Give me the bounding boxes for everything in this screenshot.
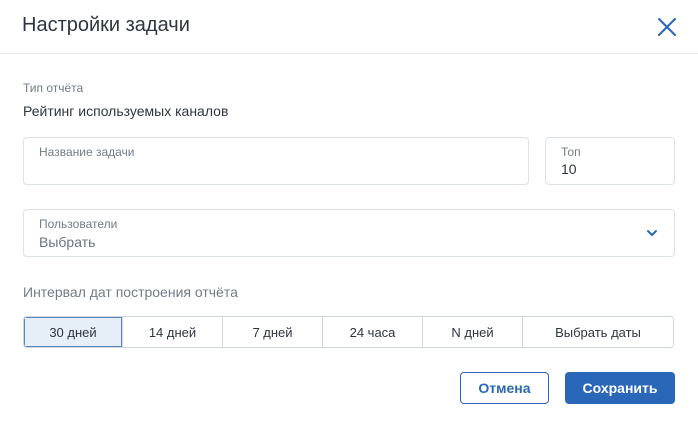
interval-option-24-hours[interactable]: 24 часа — [323, 317, 423, 347]
close-icon — [658, 18, 676, 36]
users-label: Пользователи — [39, 217, 118, 231]
interval-label: Интервал дат построения отчёта — [23, 284, 238, 300]
interval-option-30-days[interactable]: 30 дней — [24, 317, 123, 347]
task-name-input[interactable] — [39, 161, 509, 183]
users-select[interactable]: Пользователи Выбрать — [23, 209, 675, 257]
dialog-header: Настройки задачи — [0, 0, 698, 54]
interval-option-7-days[interactable]: 7 дней — [223, 317, 323, 347]
cancel-button[interactable]: Отмена — [460, 372, 549, 404]
interval-option-pick-dates[interactable]: Выбрать даты — [523, 317, 673, 347]
task-name-field[interactable]: Название задачи — [23, 137, 529, 185]
save-button[interactable]: Сохранить — [565, 372, 675, 404]
top-label: Топ — [561, 145, 581, 159]
interval-option-n-days[interactable]: N дней — [423, 317, 523, 347]
report-type-label: Тип отчёта — [23, 81, 84, 95]
top-value[interactable]: 10 — [561, 161, 577, 177]
interval-option-14-days[interactable]: 14 дней — [123, 317, 223, 347]
report-type-value: Рейтинг используемых каналов — [23, 103, 229, 119]
top-field[interactable]: Топ 10 — [545, 137, 675, 185]
dialog-title: Настройки задачи — [22, 14, 190, 36]
close-button[interactable] — [653, 13, 681, 41]
interval-selector: 30 дней 14 дней 7 дней 24 часа N дней Вы… — [23, 316, 674, 348]
task-settings-dialog: Настройки задачи Тип отчёта Рейтинг испо… — [0, 0, 698, 427]
users-placeholder: Выбрать — [39, 234, 96, 250]
chevron-down-icon[interactable] — [646, 228, 658, 238]
task-name-label: Название задачи — [39, 145, 135, 159]
